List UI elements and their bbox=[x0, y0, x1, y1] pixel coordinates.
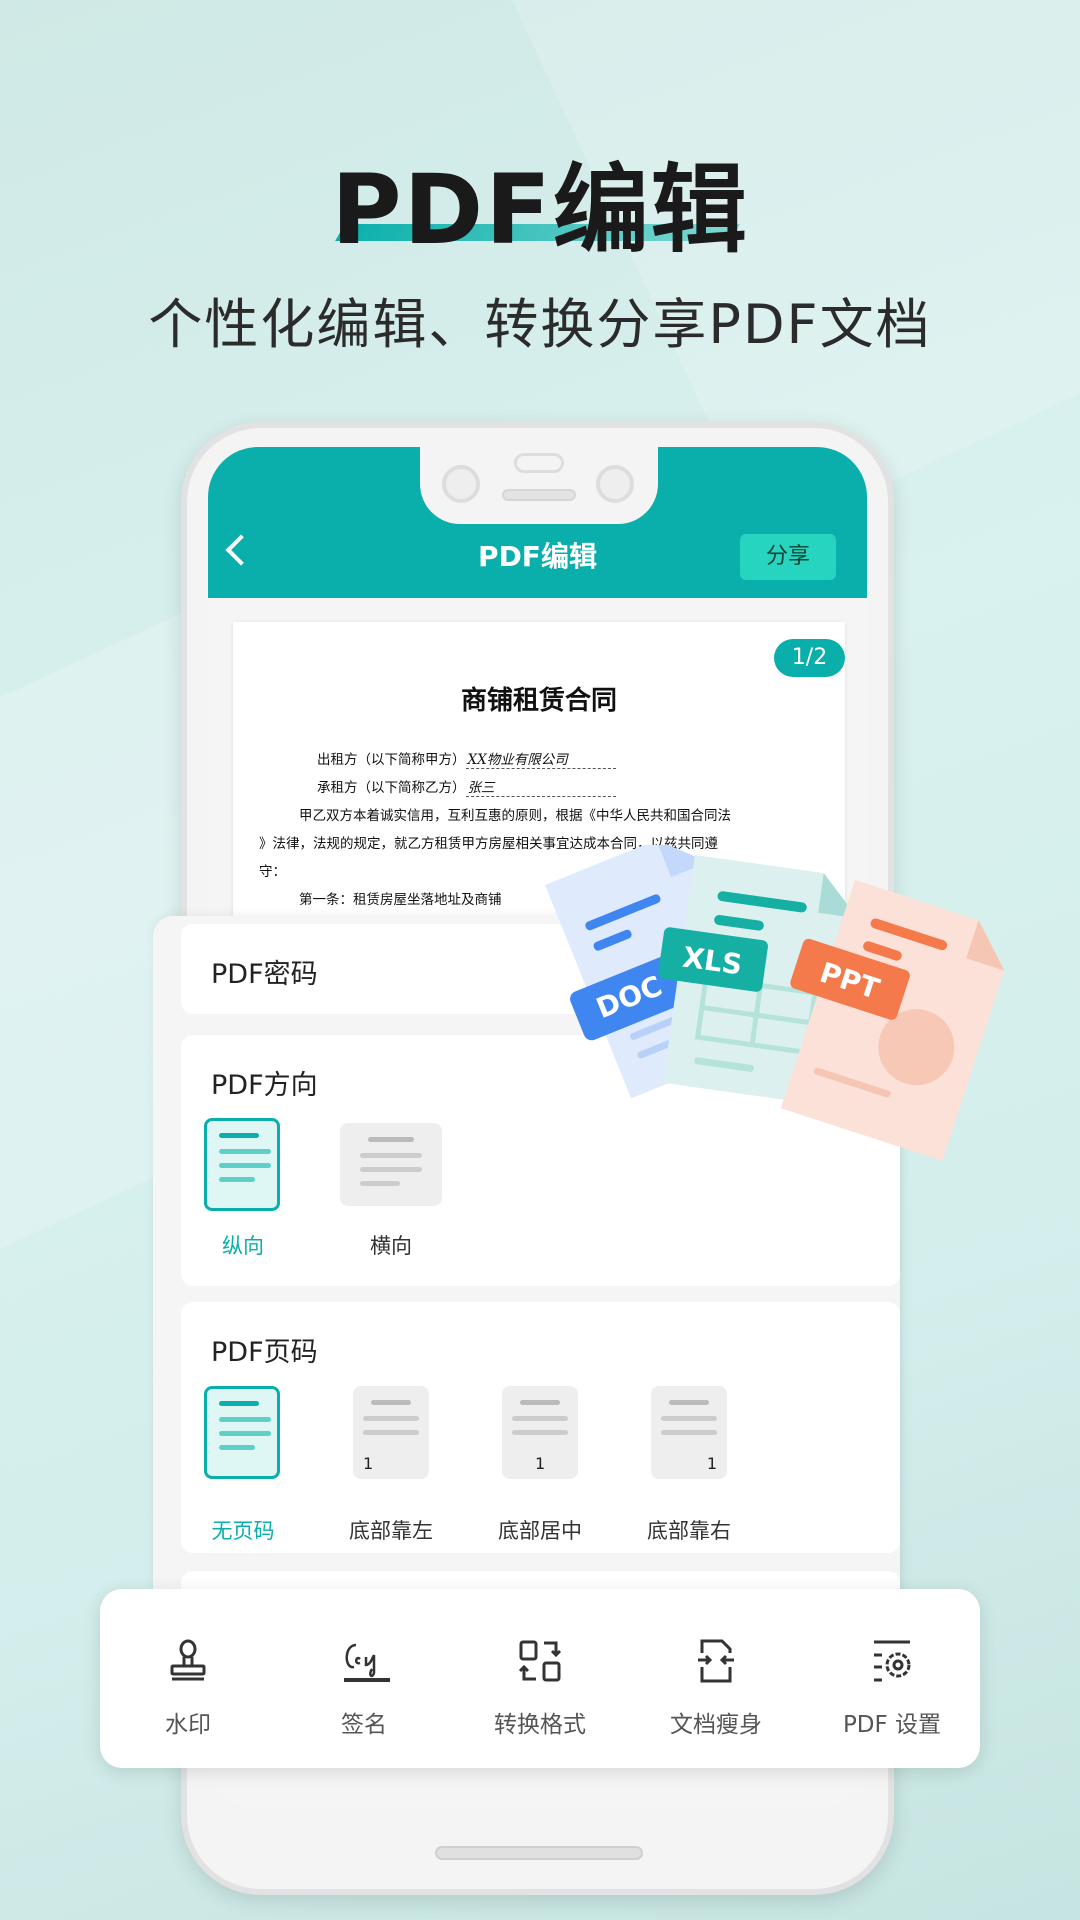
page-number-sample: 1 bbox=[363, 1454, 374, 1473]
page-number-sample: 1 bbox=[706, 1454, 717, 1473]
bottom-center-option[interactable]: 1 bbox=[502, 1386, 578, 1479]
document-title: 商铺租赁合同 bbox=[460, 686, 617, 716]
portrait-option[interactable] bbox=[204, 1118, 280, 1211]
clause-line: 第一条：租赁房屋坐落地址及商铺 bbox=[299, 892, 502, 908]
camera-icon bbox=[596, 465, 634, 503]
lessee-signature: 张三 bbox=[465, 776, 616, 797]
tool-label: 签名 bbox=[341, 1712, 387, 1738]
lessee-label: 承租方（以下简称乙方） bbox=[317, 780, 466, 796]
convert-icon bbox=[518, 1640, 562, 1682]
lessor-signature: XX物业有限公司 bbox=[465, 748, 616, 769]
page-number-card: PDF页码 无页码 1 底部靠左 1 底部居中 1 底部靠右 bbox=[181, 1302, 900, 1553]
home-indicator[interactable] bbox=[435, 1846, 643, 1860]
no-page-number-option[interactable] bbox=[204, 1386, 280, 1479]
speaker-icon bbox=[502, 489, 576, 501]
bottom-toolbar: 水印 签名 转换格式 文档瘦身 PDF 设置 bbox=[100, 1589, 980, 1768]
phone-notch bbox=[420, 447, 658, 524]
tool-label: PDF 设置 bbox=[842, 1712, 942, 1738]
convert-format-button[interactable]: 转换格式 bbox=[452, 1589, 628, 1768]
card-title: PDF方向 bbox=[211, 1070, 318, 1101]
landscape-option[interactable] bbox=[340, 1123, 442, 1206]
signature-button[interactable]: 签名 bbox=[276, 1589, 452, 1768]
page-number-sample: 1 bbox=[535, 1454, 546, 1473]
card-title: PDF密码 bbox=[211, 959, 318, 990]
option-label[interactable]: 底部居中 bbox=[470, 1515, 610, 1545]
bottom-left-option[interactable]: 1 bbox=[353, 1386, 429, 1479]
landscape-label[interactable]: 横向 bbox=[321, 1230, 461, 1260]
hero-title: PDF编辑 bbox=[331, 154, 749, 266]
signature-icon bbox=[344, 1643, 390, 1682]
watermark-button[interactable]: 水印 bbox=[100, 1589, 276, 1768]
option-label[interactable]: 无页码 bbox=[173, 1515, 313, 1545]
option-label[interactable]: 底部靠右 bbox=[619, 1515, 759, 1545]
compress-document-button[interactable]: 文档瘦身 bbox=[628, 1589, 804, 1768]
hero-subtitle: 个性化编辑、转换分享PDF文档 bbox=[148, 293, 932, 356]
sensor-icon bbox=[514, 453, 564, 473]
lessee-line: 承租方（以下简称乙方） 张三 bbox=[317, 776, 616, 797]
app-bar: PDF编辑 分享 bbox=[208, 447, 867, 598]
tool-label: 文档瘦身 bbox=[670, 1712, 762, 1738]
lessor-line: 出租方（以下简称甲方） XX物业有限公司 bbox=[317, 748, 616, 769]
tool-label: 水印 bbox=[165, 1712, 211, 1738]
share-button[interactable]: 分享 bbox=[740, 534, 836, 580]
tool-label: 转换格式 bbox=[494, 1712, 586, 1738]
lessor-label: 出租方（以下简称甲方） bbox=[317, 752, 466, 768]
bottom-right-option[interactable]: 1 bbox=[651, 1386, 727, 1479]
settings-icon bbox=[874, 1640, 911, 1682]
file-types-illustration: DOC XLS PPT bbox=[545, 845, 1005, 1161]
pdf-settings-button[interactable]: PDF 设置 bbox=[804, 1589, 980, 1768]
camera-icon bbox=[442, 465, 480, 503]
paragraph-line: 甲乙双方本着诚实信用，互利互惠的原则，根据《中华人民共和国合同法 bbox=[299, 808, 731, 824]
card-title: PDF页码 bbox=[211, 1337, 318, 1368]
page-indicator: 1/2 bbox=[774, 639, 845, 677]
option-label[interactable]: 底部靠左 bbox=[321, 1515, 461, 1545]
portrait-label[interactable]: 纵向 bbox=[173, 1230, 313, 1260]
paragraph-line: 守： bbox=[259, 864, 286, 880]
stamp-icon bbox=[170, 1639, 206, 1681]
compress-icon bbox=[698, 1639, 734, 1683]
